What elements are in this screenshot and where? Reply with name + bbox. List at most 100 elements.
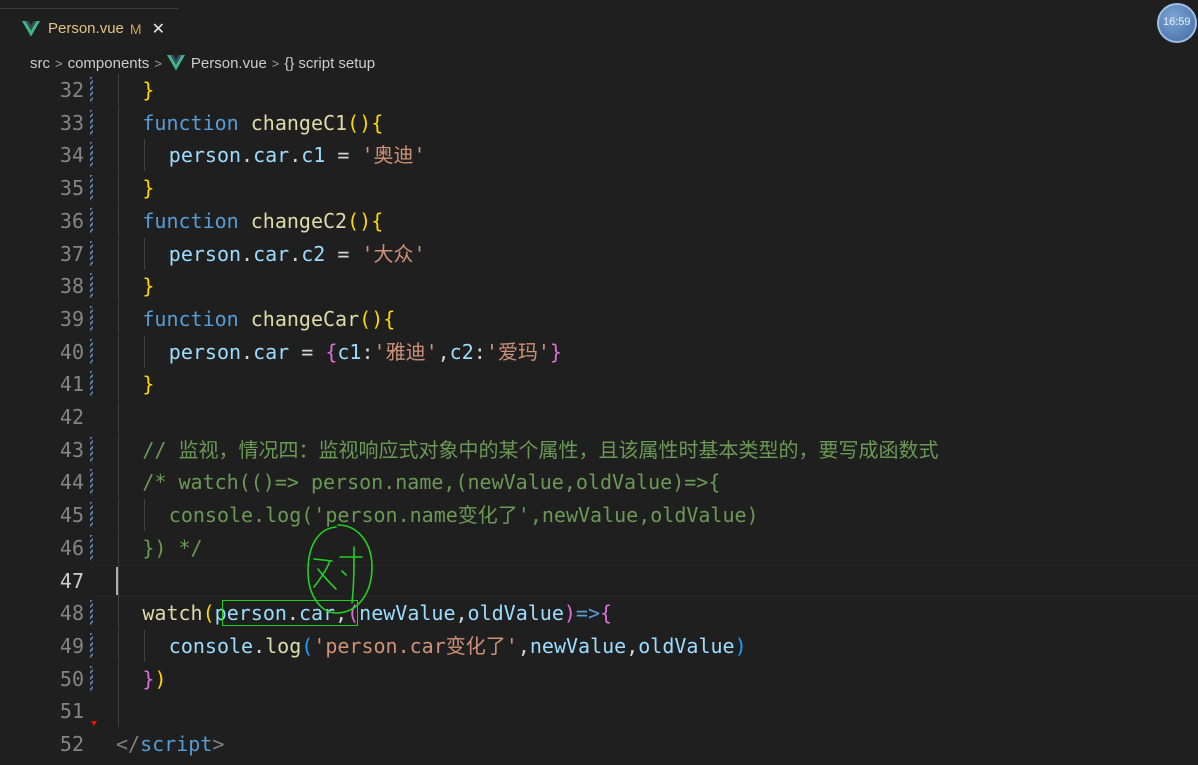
- diff-gutter-mark[interactable]: [90, 534, 93, 561]
- code-line[interactable]: 50}): [0, 662, 1198, 695]
- code-line[interactable]: 43 // 监视，情况四：监视响应式对象中的某个属性，且该属性时基本类型的，要写成…: [0, 433, 1198, 466]
- diff-gutter-mark[interactable]: [90, 436, 93, 463]
- indent-guide: [144, 629, 146, 662]
- line-number: 38: [59, 274, 84, 299]
- token: function: [142, 208, 239, 233]
- line-number: 50: [59, 666, 84, 691]
- chevron-right-icon: >: [154, 55, 162, 71]
- token: }: [142, 372, 155, 397]
- token: c1: [301, 143, 326, 168]
- code-line[interactable]: 48 watch(person.car,(newValue,oldValue)=>…: [0, 597, 1198, 630]
- breadcrumb-components[interactable]: components: [68, 55, 150, 72]
- tab-person-vue[interactable]: Person.vue M ✕: [0, 8, 178, 48]
- code-line[interactable]: 51: [0, 695, 1198, 728]
- code-text[interactable]: person.car.c2 = '大众': [169, 238, 426, 270]
- indent-guide: [118, 695, 119, 728]
- code-line[interactable]: 52 </script>: [0, 728, 1198, 760]
- diff-gutter-mark[interactable]: [90, 77, 93, 103]
- line-number: 44: [59, 470, 84, 495]
- code-line[interactable]: 38}: [0, 270, 1198, 303]
- diff-gutter-mark[interactable]: [90, 142, 93, 169]
- token: =: [325, 143, 362, 168]
- line-number: 51: [59, 699, 84, 724]
- code-text[interactable]: }: [142, 74, 154, 106]
- diff-gutter-mark[interactable]: [90, 240, 93, 267]
- token: person: [168, 339, 242, 364]
- code-line[interactable]: 34 person.car.c1 = '奥迪': [0, 139, 1198, 172]
- line-number: 48: [59, 601, 84, 626]
- code-text[interactable]: }: [142, 172, 154, 204]
- diff-gutter-mark[interactable]: [90, 665, 93, 692]
- code-editor[interactable]: 32} 33 function changeC1(){34 person.car.c1…: [0, 74, 1198, 765]
- code-line[interactable]: 37 person.car.c2 = '大众': [0, 237, 1198, 270]
- code-text[interactable]: console.log('person.name变化了',newValue,ol…: [169, 499, 759, 531]
- code-text[interactable]: }: [142, 368, 154, 400]
- code-text[interactable]: }): [142, 663, 166, 695]
- code-line[interactable]: 40 person.car = {c1:'雅迪',c2:'爱玛'}: [0, 335, 1198, 368]
- indent-guide: [118, 597, 119, 630]
- vue-icon: [166, 55, 185, 71]
- breadcrumb-src[interactable]: src: [30, 55, 50, 72]
- token: }: [142, 274, 155, 299]
- breadcrumb-section[interactable]: script setup: [298, 55, 375, 72]
- code-line[interactable]: 41}: [0, 368, 1198, 401]
- diff-gutter-mark[interactable]: [90, 175, 93, 202]
- indent-guide: [118, 139, 119, 172]
- diff-gutter-mark[interactable]: [90, 632, 93, 659]
- line-number: 46: [59, 535, 84, 560]
- token: // 监视，情况四：监视响应式对象中的某个属性，且该属性时基本类型的，要写成函数…: [142, 437, 939, 462]
- indent-guide: [118, 204, 119, 237]
- breadcrumb-file[interactable]: Person.vue: [191, 55, 267, 72]
- code-line[interactable]: 47: [0, 564, 1198, 597]
- code-text[interactable]: // 监视，情况四：监视响应式对象中的某个属性，且该属性时基本类型的，要写成函数…: [142, 434, 938, 466]
- code-text[interactable]: }) */: [142, 532, 202, 564]
- code-text[interactable]: /* watch(()=> person.name,(newValue,oldV…: [142, 466, 720, 498]
- token: car: [253, 339, 290, 364]
- code-line[interactable]: 45 console.log('person.name变化了',newValue,…: [0, 499, 1198, 532]
- diff-gutter-mark[interactable]: [90, 502, 93, 529]
- deleted-lines-marker[interactable]: [91, 721, 97, 727]
- code-text[interactable]: person.car.c1 = '奥迪': [169, 139, 426, 171]
- code-text[interactable]: person.car = {c1:'雅迪',c2:'爱玛'}: [169, 336, 562, 368]
- code-line[interactable]: 46 }) */: [0, 531, 1198, 564]
- diff-gutter-mark[interactable]: [90, 207, 93, 234]
- diff-gutter-mark[interactable]: [90, 338, 93, 365]
- code-line[interactable]: 44 /* watch(()=> person.name,(newValue,ol…: [0, 466, 1198, 499]
- indent-guide: [118, 629, 119, 662]
- diff-gutter-mark[interactable]: [90, 371, 93, 398]
- chevron-right-icon: >: [55, 55, 63, 71]
- token: (: [301, 633, 314, 658]
- line-number: 52: [59, 732, 84, 756]
- indent-guide: [144, 237, 146, 270]
- code-text[interactable]: }: [142, 270, 154, 302]
- token: }) */: [142, 535, 203, 560]
- token: .: [253, 633, 266, 658]
- diff-gutter-mark[interactable]: [90, 600, 93, 627]
- token: ,: [455, 601, 468, 626]
- token: c2: [301, 241, 326, 266]
- token: watch: [142, 601, 203, 626]
- modified-indicator: M: [129, 20, 142, 37]
- diff-gutter-mark[interactable]: [90, 469, 93, 496]
- code-text[interactable]: function changeC1(){: [142, 107, 383, 139]
- code-line[interactable]: 35}: [0, 172, 1198, 205]
- close-icon[interactable]: ✕: [152, 19, 165, 39]
- code-line[interactable]: 33 function changeC1(){: [0, 106, 1198, 139]
- code-line[interactable]: 36 function changeC2(){: [0, 204, 1198, 237]
- code-text[interactable]: function changeCar(){: [142, 303, 395, 335]
- diff-gutter-mark[interactable]: [90, 273, 93, 300]
- token: (: [359, 306, 372, 331]
- breadcrumb: src > components > Person.vue > {} scrip…: [0, 50, 1198, 76]
- code-line[interactable]: 39 function changeCar(){: [0, 302, 1198, 335]
- code-text[interactable]: </script>: [116, 728, 224, 760]
- code-line[interactable]: 32}: [0, 74, 1198, 106]
- code-text[interactable]: function changeC2(){: [142, 205, 383, 237]
- code-line[interactable]: 49 console.log('person.car变化了',newValue,o…: [0, 629, 1198, 662]
- diff-gutter-mark[interactable]: [90, 109, 93, 136]
- token: ): [359, 110, 372, 135]
- token: function: [142, 306, 239, 331]
- tab-label: Person.vue: [48, 20, 124, 37]
- code-line[interactable]: 42: [0, 401, 1198, 433]
- diff-gutter-mark[interactable]: [90, 305, 93, 332]
- code-text[interactable]: console.log('person.car变化了',newValue,old…: [169, 630, 747, 662]
